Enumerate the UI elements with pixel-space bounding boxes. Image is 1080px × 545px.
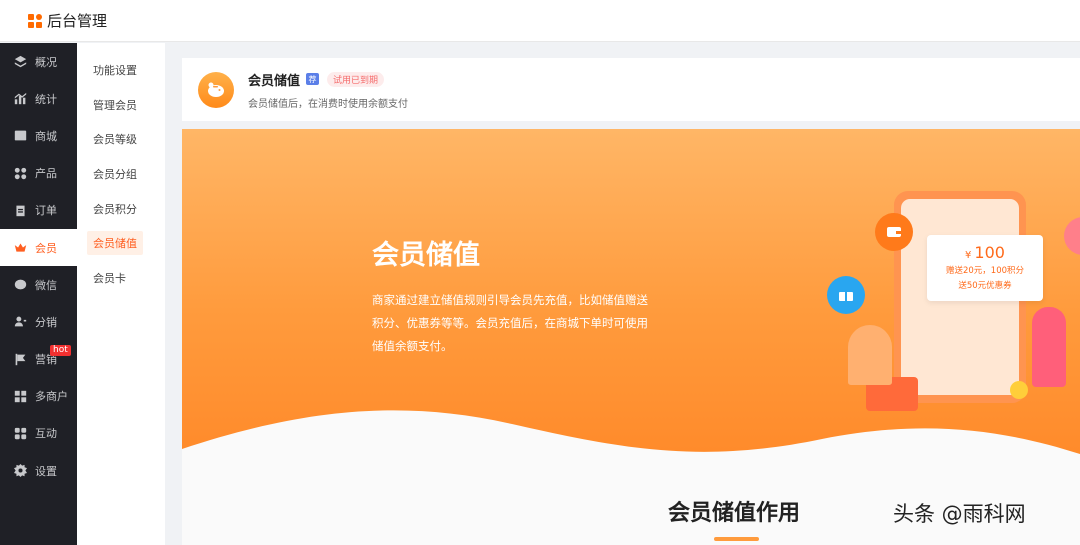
recharge-price-card: ¥100 赠送20元，100积分 送50元优惠券 (927, 235, 1043, 301)
price-note-gift: 赠送20元，100积分 (945, 266, 1025, 276)
sidebar-item-statistics[interactable]: 统计 (0, 80, 77, 117)
trial-expired-badge: 试用已到期 (327, 71, 385, 87)
subnav-item-member-card[interactable]: 会员卡 (77, 261, 165, 296)
sidebar-item-marketing[interactable]: 营销 hot (0, 341, 77, 378)
wallet-icon (875, 213, 913, 251)
sidebar-item-label: 分销 (35, 315, 57, 329)
feature-title: 会员储值 (248, 73, 301, 89)
top-bar: 后台管理 (0, 0, 1080, 42)
sidebar-item-members[interactable]: 会员 (0, 228, 77, 267)
mail-icon (14, 129, 27, 142)
subnav-item-manage-members[interactable]: 管理会员 (77, 88, 165, 123)
feature-description: 会员储值后，在消费时使用余额支付 (248, 98, 408, 110)
banner-title: 会员储值 (372, 240, 480, 271)
app-title: 后台管理 (47, 12, 108, 30)
crown-icon (14, 241, 27, 254)
sidebar-item-settings[interactable]: 设置 (0, 452, 77, 489)
subnav-item-member-points[interactable]: 会员积分 (77, 191, 165, 226)
sidebar-item-label: 多商户 (35, 390, 68, 404)
member-subnav: 功能设置 管理会员 会员等级 会员分组 会员积分 会员储值 会员卡 (77, 43, 165, 545)
wechat-icon (14, 278, 27, 291)
flag-icon (14, 353, 27, 366)
sidebar-item-label: 订单 (35, 204, 57, 218)
watermark: 头条 @雨科网 (893, 502, 1026, 526)
sidebar-item-orders[interactable]: 订单 (0, 192, 77, 229)
sidebar-item-label: 设置 (35, 464, 57, 478)
user-share-icon (14, 315, 27, 328)
subnav-item-member-groups[interactable]: 会员分组 (77, 157, 165, 192)
person-illustration (1032, 307, 1066, 387)
price-value: 100 (974, 243, 1005, 262)
price-currency: ¥ (965, 250, 972, 261)
clipboard-icon (14, 204, 27, 217)
sidebar-item-label: 互动 (35, 427, 57, 441)
price-note-coupon: 送50元优惠券 (958, 281, 1012, 291)
sidebar-item-label: 会员 (35, 241, 57, 255)
sidebar-item-overview[interactable]: 概况 (0, 43, 77, 80)
gift-icon (827, 276, 865, 314)
recommend-tag-icon: 荐 (306, 73, 320, 85)
sidebar-item-distribution[interactable]: 分销 (0, 303, 77, 340)
sidebar-item-products[interactable]: 产品 (0, 155, 77, 192)
subnav-item-member-levels[interactable]: 会员等级 (77, 122, 165, 157)
layers-icon (14, 55, 27, 68)
sidebar-item-label: 统计 (35, 92, 57, 106)
sidebar-item-wechat[interactable]: 微信 (0, 266, 77, 303)
grid-icon (14, 167, 27, 180)
store-icon (14, 390, 27, 403)
coin-icon (1010, 381, 1028, 399)
section-underline (714, 537, 759, 541)
section-title: 会员储值作用 (668, 501, 801, 526)
sidebar: 概况 统计 商城 产品 订单 会员 微信 分销 营销 hot 多商户 互动 设置 (0, 43, 77, 545)
sidebar-item-interaction[interactable]: 互动 (0, 415, 77, 452)
subnav-item-member-stored-value[interactable]: 会员储值 (77, 226, 165, 261)
sidebar-item-mall[interactable]: 商城 (0, 117, 77, 154)
sidebar-item-multi-merchant[interactable]: 多商户 (0, 378, 77, 415)
sidebar-item-label: 产品 (35, 167, 57, 181)
sidebar-item-label: 概况 (35, 55, 57, 69)
chart-icon (14, 92, 27, 105)
subnav-item-function-settings[interactable]: 功能设置 (77, 53, 165, 88)
banner-description: 商家通过建立储值规则引导会员先充值，比如储值赠送积分、优惠券等等。会员充值后，在… (372, 293, 648, 353)
sidebar-item-label: 微信 (35, 278, 57, 292)
sidebar-item-label: 商城 (35, 129, 57, 143)
apps-icon (14, 427, 27, 440)
leaf-illustration (848, 325, 892, 385)
feature-header-card: 会员储值 荐 试用已到期 会员储值后，在消费时使用余额支付 (182, 58, 1080, 121)
promo-banner: 会员储值 商家通过建立储值规则引导会员先充值，比如储值赠送积分、优惠券等等。会员… (182, 129, 1080, 545)
logo-icon (28, 13, 42, 28)
piggy-bank-icon (198, 71, 234, 108)
hot-badge: hot (50, 344, 71, 356)
gear-icon (14, 464, 27, 478)
